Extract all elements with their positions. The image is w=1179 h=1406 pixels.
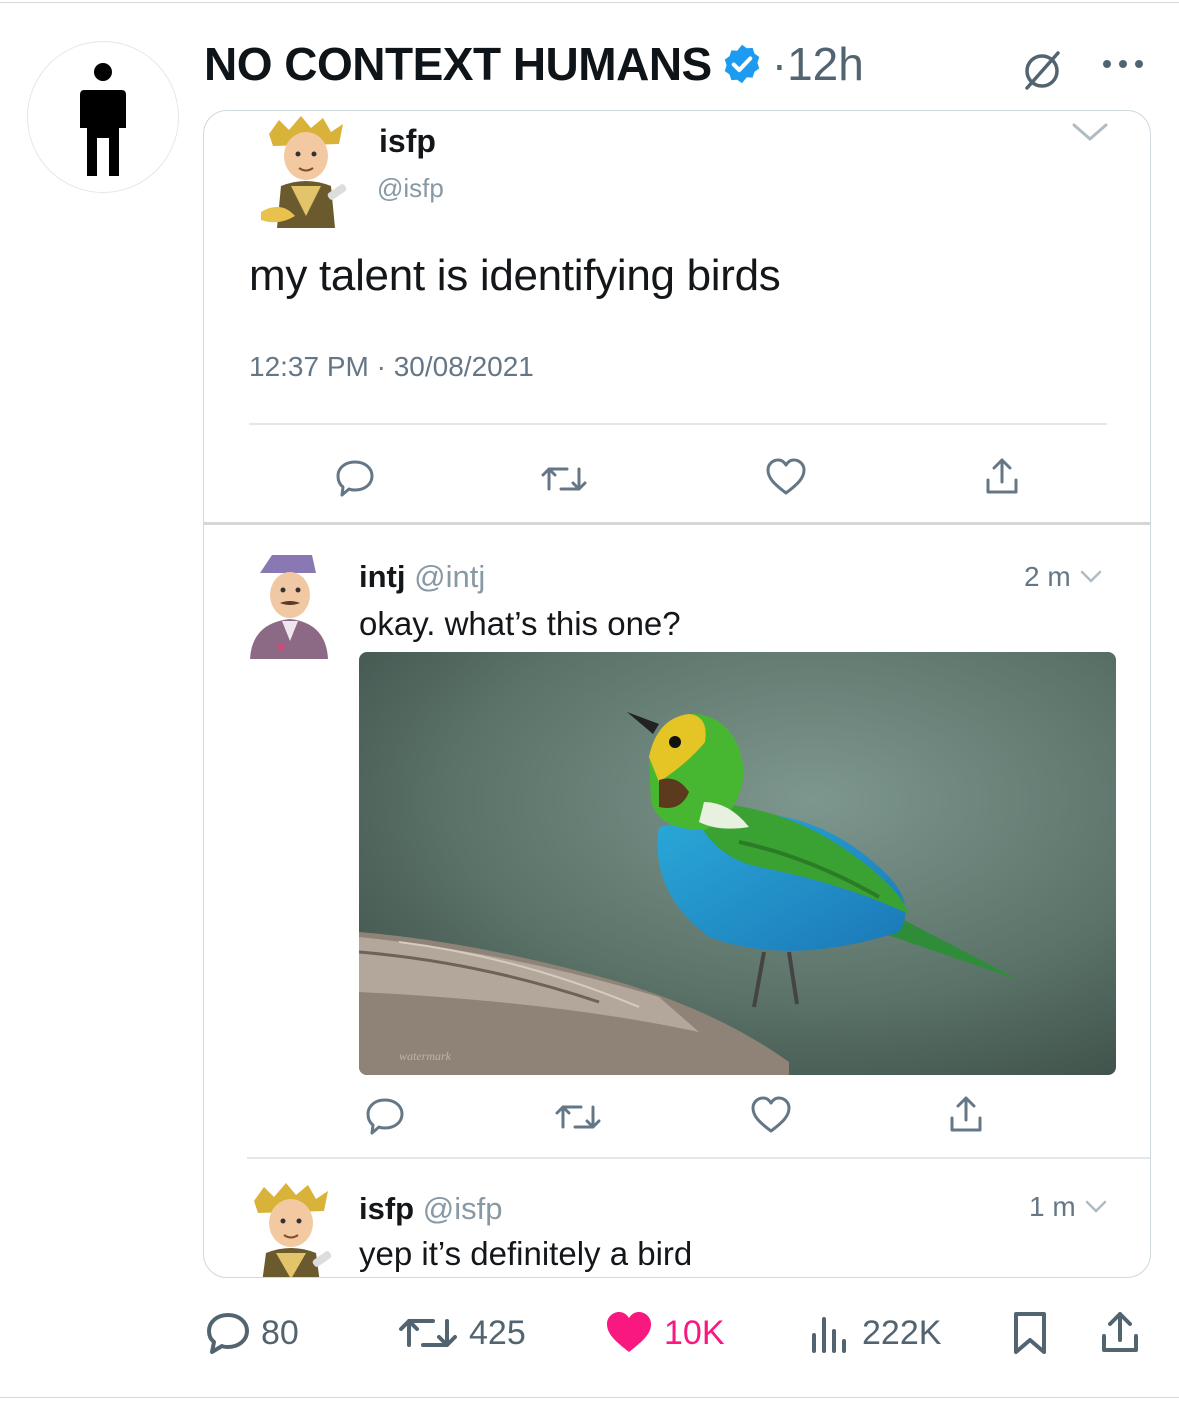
profile-avatar[interactable] (27, 41, 179, 193)
tweet3-time-label: 1 m (1029, 1191, 1076, 1222)
retweet-icon (541, 461, 587, 501)
tweet3-author: isfp @isfp (359, 1191, 502, 1227)
tweet3-time: 1 m (1029, 1191, 1109, 1223)
reply-icon (207, 1313, 249, 1354)
share-icon (982, 456, 1022, 496)
media-card[interactable]: isfp @isfp my talent is identifying bird… (203, 110, 1151, 1278)
reply-button[interactable]: 80 (205, 1310, 299, 1356)
view-count: 222K (862, 1313, 942, 1352)
tweet2-name: intj (359, 559, 406, 594)
chevron-down-icon (1081, 570, 1102, 583)
post-time[interactable]: ·12h (772, 37, 864, 91)
share-button[interactable] (1098, 1310, 1142, 1356)
isfp-avatar (261, 116, 351, 231)
bottom-divider (0, 1397, 1179, 1398)
analytics-icon (812, 1317, 846, 1353)
tweet-divider (204, 522, 1150, 525)
intj-avatar (242, 551, 332, 661)
heart-filled-icon (607, 1312, 651, 1352)
like-count: 10K (664, 1313, 725, 1352)
tweet3-name: isfp (359, 1191, 415, 1226)
tweet2-handle: @intj (414, 559, 486, 594)
chevron-down-icon (1086, 1200, 1107, 1213)
tweet-divider (247, 1157, 1150, 1159)
views-button[interactable]: 222K (808, 1310, 941, 1356)
more-icon[interactable] (1100, 54, 1146, 79)
verified-badge-icon (720, 42, 764, 86)
tweet3-text: yep it’s definitely a bird (359, 1235, 693, 1272)
share-icon (946, 1094, 986, 1134)
tweet2-time-label: 2 m (1024, 561, 1071, 592)
separator-dot: · (771, 38, 788, 90)
like-button[interactable]: 10K (604, 1310, 725, 1356)
retweet-icon (555, 1099, 601, 1139)
tweet1-name: isfp (379, 123, 436, 159)
svg-text:watermark: watermark (399, 1049, 452, 1063)
reply-icon (364, 1095, 406, 1135)
bookmark-icon (1014, 1312, 1046, 1354)
time-label: 12h (787, 38, 864, 90)
tweet1-divider (249, 423, 1107, 425)
tweet3-handle: @isfp (422, 1191, 503, 1226)
reply-count: 80 (261, 1313, 299, 1352)
tweet1-timestamp: 12:37 PM · 30/08/2021 (249, 351, 534, 382)
tweet2-text: okay. what’s this one? (359, 605, 681, 642)
isfp-avatar (246, 1183, 336, 1277)
repost-button[interactable]: 425 (397, 1310, 526, 1356)
share-icon (1102, 1312, 1138, 1352)
tweet1-text: my talent is identifying birds (249, 251, 781, 300)
heart-outline-icon (764, 457, 808, 497)
tweet2-time: 2 m (1024, 561, 1104, 593)
repost-count: 425 (469, 1313, 526, 1352)
account-name[interactable]: NO CONTEXT HUMANS (204, 37, 712, 91)
tweet2-author: intj @intj (359, 559, 485, 595)
bookmark-button[interactable] (1010, 1310, 1050, 1356)
tweet1-handle: @isfp (377, 173, 444, 203)
chevron-down-icon (1070, 121, 1110, 150)
reply-icon (334, 457, 376, 497)
bird-photo: watermark (359, 652, 1116, 1075)
post-header: NO CONTEXT HUMANS ·12h (204, 34, 864, 94)
grok-icon[interactable] (1018, 46, 1066, 99)
heart-outline-icon (749, 1095, 793, 1135)
person-icon (80, 63, 126, 176)
repost-icon (399, 1319, 457, 1347)
top-divider (0, 2, 1179, 3)
